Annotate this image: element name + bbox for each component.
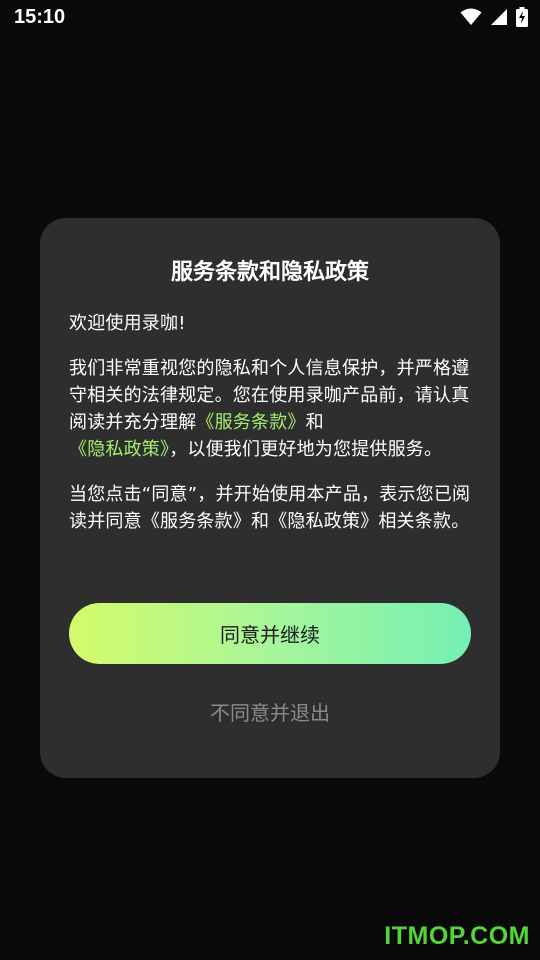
disagree-exit-button[interactable]: 不同意并退出: [69, 694, 471, 728]
dialog-title: 服务条款和隐私政策: [170, 260, 369, 285]
status-icons: [460, 7, 528, 27]
policy-body-text: 我们非常重视您的隐私和个人信息保护，并严格遵守相关的法律规定。您在使用录咖产品前…: [69, 355, 471, 463]
status-time: 15:10: [14, 5, 66, 28]
privacy-policy-link[interactable]: 《隐私政策》: [69, 439, 169, 460]
watermark-logo: ITMOP.COM: [384, 922, 530, 950]
policy-body-and: 和: [305, 412, 324, 433]
terms-of-service-link[interactable]: 《服务条款》: [196, 412, 305, 433]
battery-charging-icon: [516, 7, 528, 27]
wifi-icon: [460, 8, 482, 26]
privacy-dialog: 服务条款和隐私政策 欢迎使用录咖! 我们非常重视您的隐私和个人信息保护，并严格遵…: [40, 218, 500, 778]
status-bar: 15:10: [0, 0, 540, 34]
agree-continue-button[interactable]: 同意并继续: [69, 603, 471, 664]
welcome-text: 欢迎使用录咖!: [69, 313, 186, 334]
cellular-signal-icon: [490, 8, 508, 26]
consent-text: 当您点击“同意”，并开始使用本产品，表示您已阅读并同意《服务条款》和《隐私政策》…: [69, 484, 471, 532]
policy-body-part2: ，以便我们更好地为您提供服务。: [169, 439, 443, 460]
